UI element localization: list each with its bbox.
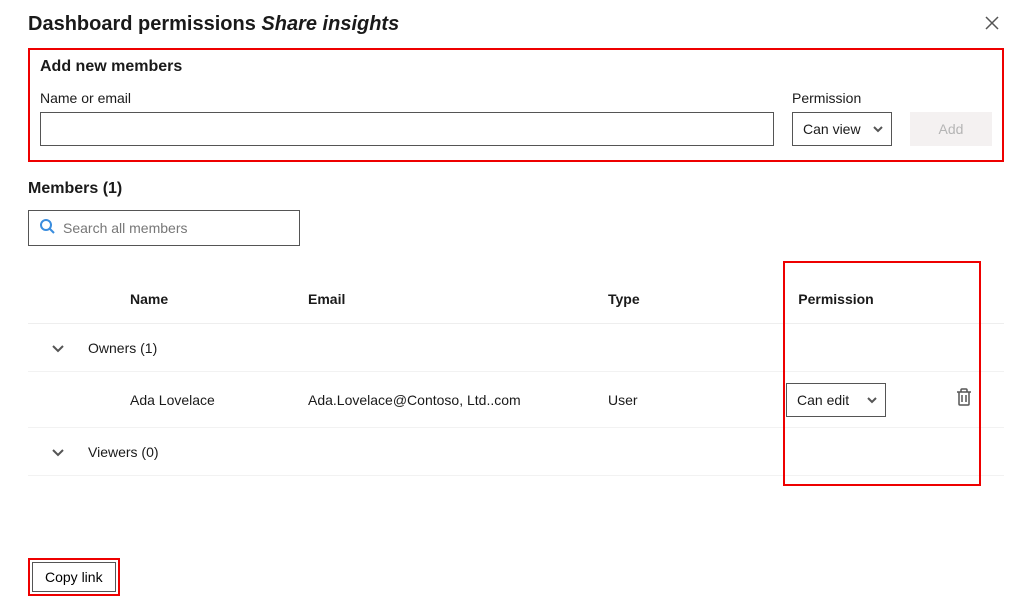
dialog-footer: Copy link [28, 558, 120, 596]
permission-field-label: Permission [792, 90, 892, 106]
member-type: User [608, 392, 748, 408]
chevron-down-icon [28, 446, 88, 458]
member-email: Ada.Lovelace@Contoso, Ltd..com [308, 392, 608, 408]
group-label: Viewers (0) [88, 444, 1004, 460]
search-members-field[interactable] [28, 210, 300, 246]
permission-value: Can view [803, 121, 861, 137]
members-table: Name Email Type Permission Owners (1) Ad… [28, 274, 1004, 476]
member-permission-cell: Can edit [748, 383, 924, 417]
name-email-field: Name or email [40, 90, 774, 146]
chevron-down-icon [873, 121, 883, 137]
chevron-down-icon [28, 342, 88, 354]
search-members-input[interactable] [63, 220, 289, 236]
column-name: Name [88, 291, 308, 307]
member-permission-value: Can edit [797, 392, 849, 408]
permission-field: Permission Can view [792, 90, 892, 146]
dialog-header: Dashboard permissions Share insights [28, 12, 1004, 36]
search-icon [39, 218, 55, 239]
name-email-label: Name or email [40, 90, 774, 106]
member-permission-dropdown[interactable]: Can edit [786, 383, 886, 417]
chevron-down-icon [867, 392, 877, 408]
name-email-input[interactable] [40, 112, 774, 146]
add-members-section: Add new members Name or email Permission… [28, 48, 1004, 162]
members-table-header: Name Email Type Permission [28, 274, 1004, 324]
add-members-row: Name or email Permission Can view Add [40, 90, 992, 146]
permission-dropdown[interactable]: Can view [792, 112, 892, 146]
member-row: Ada Lovelace Ada.Lovelace@Contoso, Ltd..… [28, 372, 1004, 428]
member-name: Ada Lovelace [88, 392, 308, 408]
column-type: Type [608, 291, 748, 307]
group-row-viewers[interactable]: Viewers (0) [28, 428, 1004, 476]
delete-icon[interactable] [956, 388, 972, 411]
dialog-title: Dashboard permissions Share insights [28, 13, 399, 36]
column-permission: Permission [748, 291, 924, 307]
add-button[interactable]: Add [910, 112, 992, 146]
close-icon [985, 16, 999, 33]
close-button[interactable] [980, 12, 1004, 36]
title-subtitle: Share insights [261, 13, 399, 35]
column-email: Email [308, 291, 608, 307]
members-heading: Members (1) [28, 180, 1004, 198]
copy-link-button[interactable]: Copy link [32, 562, 116, 592]
highlight-copy-link: Copy link [28, 558, 120, 596]
add-members-heading: Add new members [40, 58, 992, 76]
group-row-owners[interactable]: Owners (1) [28, 324, 1004, 372]
title-main: Dashboard permissions [28, 13, 256, 35]
group-label: Owners (1) [88, 340, 1004, 356]
